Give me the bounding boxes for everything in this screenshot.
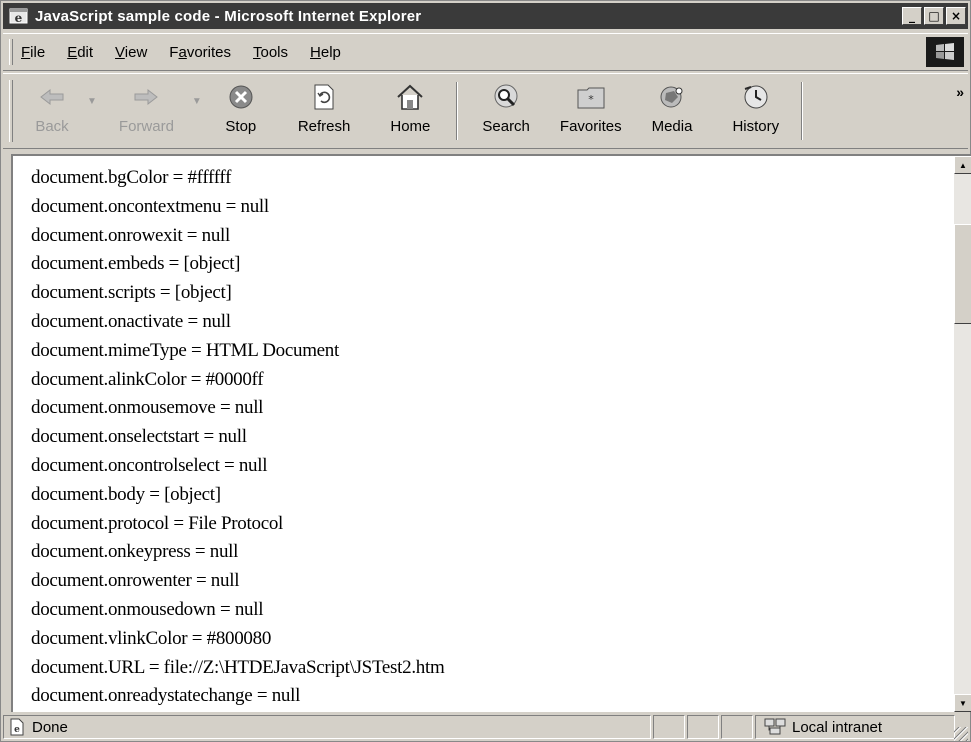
media-icon [655, 82, 689, 112]
status-pane-2 [687, 715, 719, 739]
maximize-button[interactable]: □ [924, 7, 944, 25]
windows-logo-icon [926, 37, 964, 67]
security-zone-pane[interactable]: Local intranet [755, 715, 955, 739]
status-text: Done [32, 718, 68, 736]
media-button[interactable]: Media [651, 82, 693, 135]
forward-button[interactable]: Forward [119, 82, 174, 135]
page-content: document.bgColor = #ffffff document.oncon… [31, 164, 951, 711]
scroll-down-button[interactable]: ▼ [954, 694, 971, 712]
content-line: document.onselectstart = null [31, 426, 247, 448]
back-dropdown-icon[interactable]: ▼ [87, 96, 97, 107]
refresh-label: Refresh [297, 118, 351, 135]
home-button[interactable]: Home [390, 82, 430, 135]
local-intranet-icon [764, 718, 786, 736]
home-icon [393, 82, 427, 112]
forward-dropdown-icon[interactable]: ▼ [192, 96, 202, 107]
toolbar-separator-end [801, 82, 804, 140]
menu-grip[interactable] [9, 39, 13, 65]
forward-arrow-icon [129, 82, 163, 112]
browser-window: e JavaScript sample code - Microsoft Int… [0, 0, 971, 742]
content-line: document.onreadystatechange = null [31, 685, 301, 707]
forward-label: Forward [118, 118, 174, 135]
menu-tools[interactable]: Tools [253, 44, 288, 61]
status-text-pane: e Done [3, 715, 651, 739]
content-line: document.protocol = File Protocol [31, 512, 283, 534]
scroll-up-button[interactable]: ▲ [954, 156, 971, 174]
content-line: document.onmousedown = null [31, 598, 264, 620]
scroll-thumb[interactable] [954, 224, 971, 324]
content-line: document.mimeType = HTML Document [31, 339, 339, 361]
search-button[interactable]: Search [482, 82, 530, 135]
history-clock-icon [739, 82, 773, 112]
content-line: document.onkeypress = null [31, 541, 239, 563]
menu-file[interactable]: File [21, 44, 45, 61]
close-button[interactable]: × [946, 7, 966, 25]
search-icon [489, 82, 523, 112]
back-button[interactable]: Back [35, 82, 69, 135]
resize-grip[interactable] [954, 727, 968, 741]
menu-view[interactable]: View [115, 44, 147, 61]
security-zone-label: Local intranet [792, 718, 883, 736]
search-label: Search [482, 118, 530, 135]
stop-label: Stop [225, 118, 257, 135]
page-done-icon: e [8, 718, 26, 736]
toolbar-separator [456, 82, 459, 140]
toolbar-more-chevron-icon[interactable]: » [956, 84, 964, 100]
back-arrow-icon [35, 82, 69, 112]
content-line: document.vlinkColor = #800080 [31, 627, 272, 649]
favorites-label: Favorites [559, 118, 622, 135]
stop-button[interactable]: Stop [224, 82, 258, 135]
ie-logo-icon: e [9, 6, 29, 26]
svg-text:e: e [15, 11, 23, 25]
content-line: document.URL = file://Z:\HTDEJavaScript\… [31, 656, 445, 678]
page-viewport[interactable]: document.bgColor = #ffffff document.oncon… [11, 154, 971, 712]
menu-favorites[interactable]: Favorites [169, 44, 231, 61]
content-line: document.scripts = [object] [31, 282, 232, 304]
svg-text:*: * [588, 93, 594, 106]
content-line: document.bgColor = #ffffff [31, 167, 232, 188]
menu-help[interactable]: Help [310, 44, 341, 61]
title-bar[interactable]: e JavaScript sample code - Microsoft Int… [3, 3, 968, 29]
stop-icon [224, 82, 258, 112]
refresh-icon [307, 82, 341, 112]
status-pane-1 [653, 715, 685, 739]
content-line: document.embeds = [object] [31, 253, 241, 275]
svg-text:e: e [14, 725, 20, 735]
home-label: Home [390, 118, 431, 135]
favorites-button[interactable]: * Favorites [560, 82, 622, 135]
content-line: document.onactivate = null [31, 310, 231, 332]
standard-toolbar: Back ▼ Forward ▼ Stop Refresh Home Searc… [3, 73, 968, 149]
toolbar-grip[interactable] [9, 80, 13, 142]
favorites-folder-icon: * [574, 82, 608, 112]
vertical-scrollbar[interactable]: ▲ ▼ [954, 156, 971, 712]
history-button[interactable]: History [732, 82, 779, 135]
minimize-button[interactable]: _ [902, 7, 922, 25]
content-line: document.oncontextmenu = null [31, 195, 269, 217]
content-line: document.onmousemove = null [31, 397, 264, 419]
status-bar: e Done Local intranet [3, 715, 968, 741]
status-pane-3 [721, 715, 753, 739]
content-line: document.body = [object] [31, 483, 221, 505]
back-label: Back [35, 118, 69, 135]
content-line: document.onrowexit = null [31, 224, 230, 246]
menu-edit[interactable]: Edit [67, 44, 93, 61]
menu-bar: File Edit View Favorites Tools Help [3, 33, 968, 71]
content-line: document.onrowenter = null [31, 570, 240, 592]
window-title: JavaScript sample code - Microsoft Inter… [35, 7, 422, 25]
refresh-button[interactable]: Refresh [297, 82, 351, 135]
content-line: document.alinkColor = #0000ff [31, 368, 264, 390]
media-label: Media [651, 118, 693, 135]
history-label: History [732, 118, 780, 135]
window-controls: _ □ × [902, 7, 966, 25]
content-line: document.oncontrolselect = null [31, 454, 268, 476]
